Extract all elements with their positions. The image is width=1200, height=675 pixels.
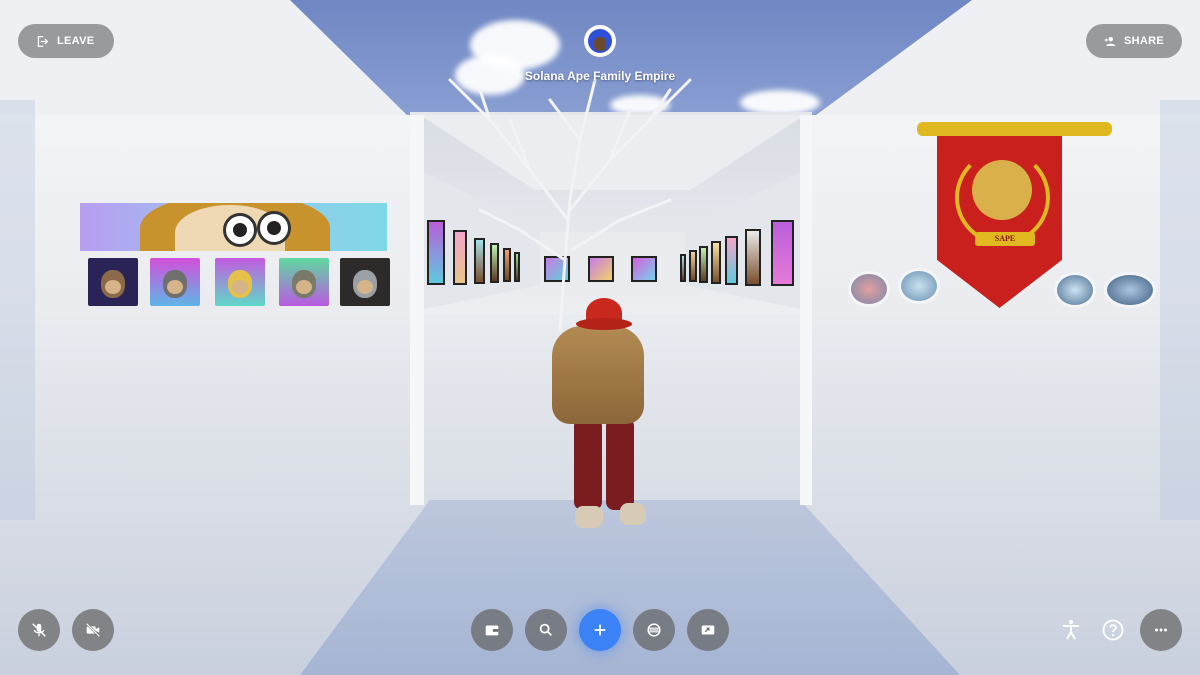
add-user-icon — [1104, 36, 1116, 46]
monkey-eye — [223, 213, 257, 247]
avatar-shoe — [575, 506, 603, 528]
camera-toggle-button[interactable] — [72, 609, 114, 651]
portal-orb[interactable] — [1104, 272, 1156, 308]
artwork-frame[interactable] — [745, 229, 761, 286]
help-icon — [1102, 619, 1124, 641]
plus-icon — [594, 624, 606, 636]
wall-edge-right — [800, 115, 812, 505]
more-options-button[interactable] — [1140, 609, 1182, 651]
glass-panel-left — [0, 100, 35, 520]
room-avatar[interactable] — [584, 25, 616, 57]
avatar-jacket — [552, 326, 644, 424]
search-button[interactable] — [525, 609, 567, 651]
gallery-scene[interactable]: SAPE — [0, 0, 1200, 675]
avatar-leg — [574, 418, 602, 510]
monkey-banner-artwork[interactable] — [80, 203, 387, 251]
leave-label: LEAVE — [57, 35, 95, 47]
leave-button[interactable]: LEAVE — [18, 24, 114, 58]
leave-icon — [37, 35, 49, 47]
accessibility-button[interactable] — [1057, 616, 1085, 644]
white-tree — [448, 78, 692, 332]
share-label: SHARE — [1123, 35, 1164, 47]
camera-off-icon — [85, 622, 101, 638]
monkey-eye — [257, 211, 291, 245]
pennant-ribbon: SAPE — [975, 232, 1035, 246]
search-icon — [539, 623, 553, 637]
avatar-leg — [606, 418, 634, 510]
mic-off-icon — [32, 623, 46, 637]
wallet-button[interactable] — [471, 609, 513, 651]
add-content-button[interactable] — [579, 609, 621, 651]
portal-orb[interactable] — [898, 268, 940, 304]
avatar-shoe — [620, 503, 646, 525]
screen-share-icon — [701, 625, 715, 635]
pennant-rod — [917, 122, 1112, 136]
glass-panel-right — [1160, 100, 1200, 520]
room-logo-icon — [588, 29, 612, 53]
screen-share-button[interactable] — [687, 609, 729, 651]
pennant-monkey — [972, 160, 1032, 220]
portal-orb[interactable] — [1054, 272, 1096, 308]
accessibility-icon — [1063, 619, 1079, 640]
portal-button[interactable] — [633, 609, 675, 651]
avatar-hat-brim — [576, 318, 632, 330]
portal-orb[interactable] — [848, 271, 890, 307]
artwork-frame[interactable] — [771, 220, 794, 286]
nft-artwork[interactable] — [88, 258, 138, 306]
help-button[interactable] — [1099, 616, 1127, 644]
wallet-icon — [485, 625, 499, 636]
nft-artwork[interactable] — [279, 258, 329, 306]
globe-icon — [647, 623, 661, 637]
more-icon — [1155, 628, 1167, 632]
nft-artwork[interactable] — [150, 258, 200, 306]
nft-artwork[interactable] — [340, 258, 390, 306]
nft-artwork[interactable] — [215, 258, 265, 306]
mic-toggle-button[interactable] — [18, 609, 60, 651]
room-title: Solana Ape Family Empire — [524, 69, 676, 83]
share-button[interactable]: SHARE — [1086, 24, 1182, 58]
